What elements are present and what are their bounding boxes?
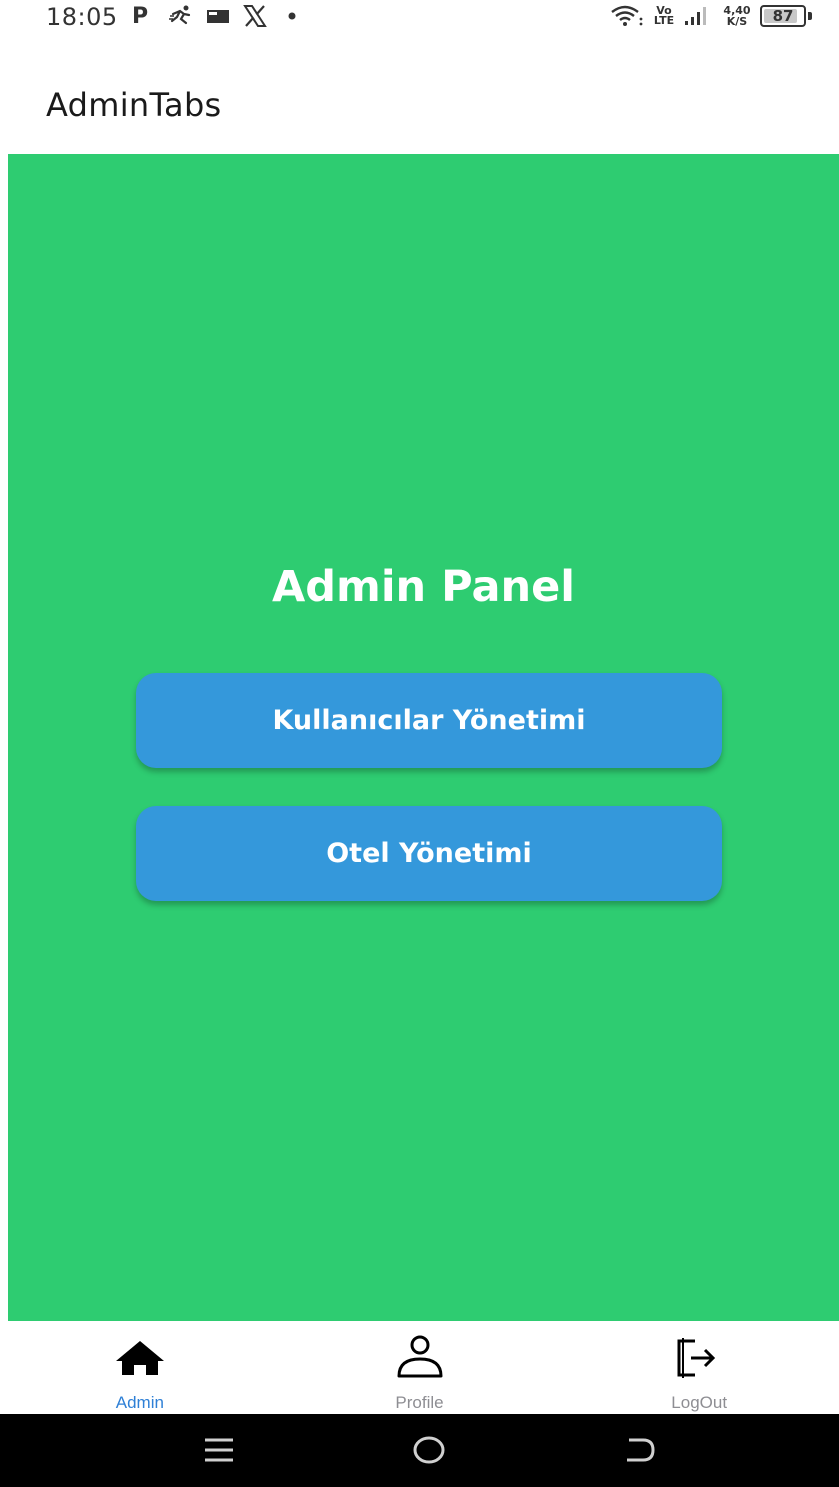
signal-icon bbox=[683, 4, 709, 28]
volte-icon: Vo LTE bbox=[650, 4, 678, 28]
battery-icon: 87 bbox=[760, 5, 806, 27]
tab-profile-label: Profile bbox=[395, 1393, 444, 1412]
wifi-icon bbox=[610, 4, 644, 28]
status-bar: 18:05 P Vo LTE 4,40 K/S 87 bbox=[0, 0, 839, 38]
page-title: AdminTabs bbox=[46, 86, 222, 124]
tab-logout[interactable]: LogOut bbox=[559, 1321, 839, 1414]
battery-level: 87 bbox=[772, 7, 794, 25]
users-management-button[interactable]: Kullanıcılar Yönetimi bbox=[136, 673, 722, 768]
home-circle-icon[interactable] bbox=[409, 1432, 449, 1468]
speed-unit: K/S bbox=[726, 15, 748, 28]
app-header: AdminTabs bbox=[0, 38, 839, 154]
tab-logout-label: LogOut bbox=[671, 1393, 728, 1412]
tab-profile[interactable]: Profile bbox=[280, 1321, 560, 1414]
recent-apps-icon[interactable] bbox=[199, 1432, 239, 1468]
admin-panel-title: Admin Panel bbox=[271, 562, 576, 612]
message-icon bbox=[206, 4, 230, 28]
logout-icon bbox=[673, 1335, 725, 1379]
volte-bottom: LTE bbox=[653, 14, 675, 27]
tab-admin-label: Admin bbox=[115, 1393, 164, 1412]
x-logo-icon bbox=[242, 4, 268, 28]
bottom-tab-bar: Admin Profile LogOut bbox=[0, 1321, 839, 1414]
p-icon: P bbox=[132, 3, 149, 29]
hotel-management-button[interactable]: Otel Yönetimi bbox=[136, 806, 722, 901]
battery-cap bbox=[808, 12, 812, 20]
admin-panel-screen: Admin Panel Kullanıcılar Yönetimi Otel Y… bbox=[8, 154, 839, 1321]
person-icon bbox=[394, 1335, 446, 1379]
speed-indicator: 4,40 K/S bbox=[722, 4, 752, 28]
tab-admin[interactable]: Admin bbox=[0, 1321, 280, 1414]
status-time: 18:05 bbox=[46, 3, 118, 31]
dot-icon bbox=[287, 4, 297, 28]
running-icon bbox=[168, 4, 194, 28]
home-icon bbox=[114, 1335, 166, 1379]
back-icon[interactable] bbox=[619, 1432, 659, 1468]
system-nav-bar bbox=[0, 1414, 839, 1487]
